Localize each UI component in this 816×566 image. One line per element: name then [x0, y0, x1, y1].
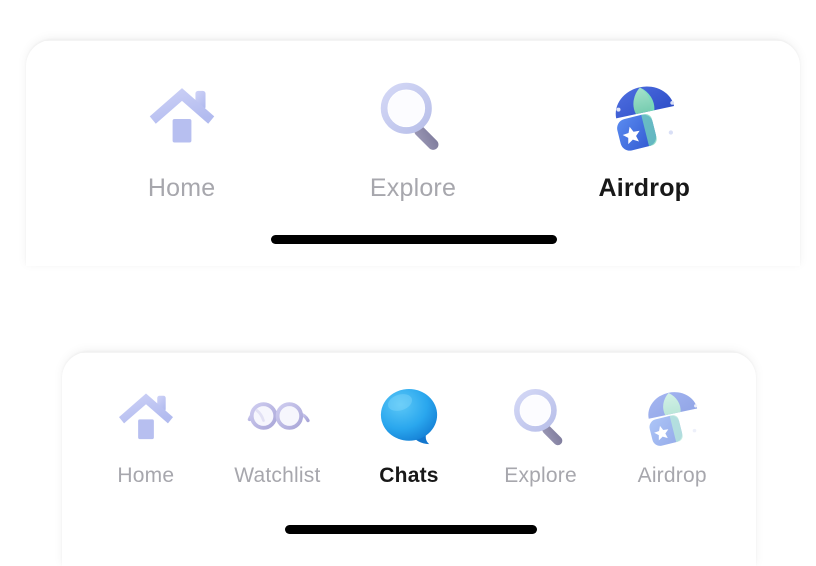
home-indicator-bar-top[interactable]	[271, 235, 557, 244]
speech-bubble-icon	[373, 380, 445, 452]
bottom-tab-bar-card: Home Watchlist Chats Explore Airdrop	[62, 352, 756, 566]
tab-watchlist-bottom[interactable]: Watchlist	[213, 380, 341, 488]
parachute-gift-icon	[601, 72, 687, 158]
tab-home-top[interactable]: Home	[82, 72, 282, 203]
home-icon	[139, 72, 225, 158]
search-icon	[505, 380, 577, 452]
tab-label-chats-bottom: Chats	[379, 464, 439, 487]
top-tab-bar-card: Home Explore Airdrop	[26, 40, 800, 266]
tab-explore-bottom[interactable]: Explore	[477, 380, 605, 488]
tab-label-home-top: Home	[147, 174, 216, 202]
tab-label-explore-bottom: Explore	[504, 464, 577, 487]
tab-label-home-bottom: Home	[117, 464, 175, 487]
tab-label-explore-top: Explore	[369, 174, 457, 202]
tab-airdrop-top[interactable]: Airdrop	[544, 72, 744, 203]
search-icon	[370, 72, 456, 158]
glasses-icon	[241, 380, 313, 452]
bottom-tab-list: Home Watchlist Chats Explore Airdrop	[62, 352, 756, 488]
tab-label-watchlist-bottom: Watchlist	[234, 464, 321, 487]
tab-label-airdrop-bottom: Airdrop	[637, 464, 707, 487]
tab-explore-top[interactable]: Explore	[313, 72, 513, 203]
tab-home-bottom[interactable]: Home	[82, 380, 210, 488]
tab-label-airdrop-top: Airdrop	[598, 174, 691, 202]
home-icon	[110, 380, 182, 452]
tab-chats-bottom[interactable]: Chats	[345, 380, 473, 488]
top-tab-list: Home Explore Airdrop	[26, 40, 800, 203]
tab-airdrop-bottom[interactable]: Airdrop	[608, 380, 736, 488]
parachute-gift-icon	[636, 380, 708, 452]
home-indicator-bar-bottom[interactable]	[285, 525, 537, 534]
